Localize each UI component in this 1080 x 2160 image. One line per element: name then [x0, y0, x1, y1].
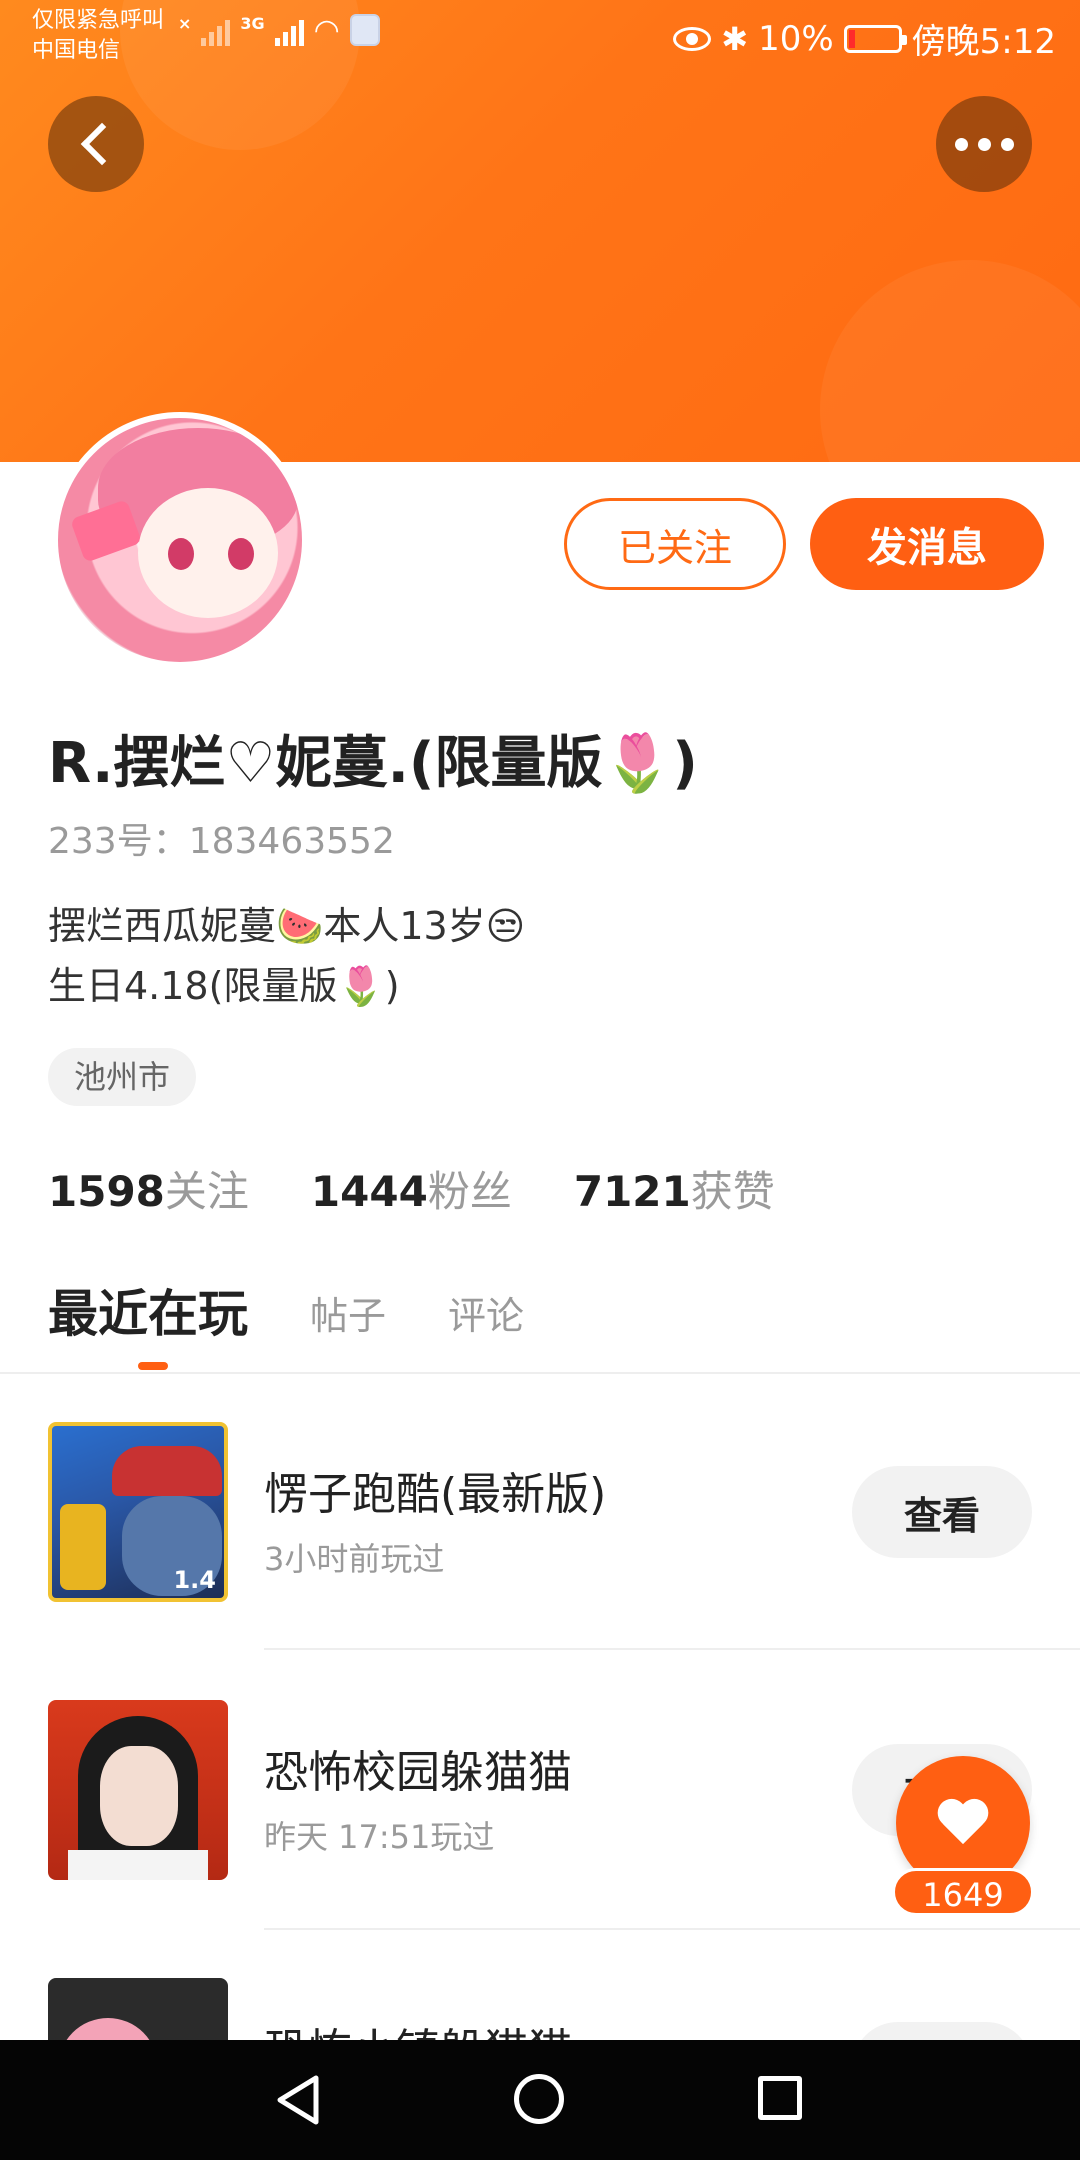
- carrier-info: 仅限紧急呼叫 中国电信: [32, 8, 165, 63]
- battery-percent: 10%: [758, 18, 834, 59]
- send-message-button[interactable]: 发消息: [810, 498, 1044, 590]
- shield-icon: [349, 14, 380, 46]
- bio-line: 生日4.18(限量版🌷): [48, 964, 400, 1008]
- list-item[interactable]: 1.4 愣子跑酷(最新版) 3小时前玩过 查看: [0, 1422, 1080, 1612]
- profile-name: R.摆烂♡妮蔓.(限量版🌷): [48, 731, 698, 796]
- bluetooth-icon: ✱: [721, 19, 749, 58]
- nav-home-icon[interactable]: [514, 2074, 564, 2124]
- last-played: 昨天 17:51玩过: [264, 1818, 495, 1856]
- system-nav-bar: [0, 2040, 1080, 2160]
- game-title: 愣子跑酷(最新版): [264, 1469, 607, 1520]
- stat-fans[interactable]: 1444粉丝: [311, 1158, 512, 1219]
- following-button[interactable]: 已关注: [564, 498, 786, 590]
- last-played: 3小时前玩过: [264, 1540, 445, 1578]
- status-right: ✱ 10% 傍晚5:12: [673, 14, 1056, 63]
- game-title: 恐怖校园躲猫猫: [264, 1747, 572, 1798]
- nav-recents-icon[interactable]: [758, 2076, 802, 2120]
- chevron-left-icon: [80, 122, 124, 166]
- heart-icon: [938, 1800, 988, 1846]
- version-badge: 1.4: [173, 1566, 216, 1594]
- avatar[interactable]: [52, 412, 308, 668]
- signal-icon: [201, 14, 231, 46]
- clock: 傍晚5:12: [911, 22, 1056, 62]
- bio-line: 摆烂西瓜妮蔓🍉本人13岁😒: [48, 904, 526, 948]
- signal-icon: [274, 14, 304, 46]
- tab-recent-play[interactable]: 最近在玩: [48, 1274, 248, 1346]
- game-icon: [48, 1700, 228, 1880]
- nav-back-icon[interactable]: [270, 2072, 326, 2128]
- profile-bio: 摆烂西瓜妮蔓🍉本人13岁😒 生日4.18(限量版🌷): [48, 896, 525, 1016]
- network-icons: × 3G ◠: [178, 14, 380, 46]
- tab-posts[interactable]: 帖子: [310, 1285, 386, 1346]
- divider: [264, 1928, 1080, 1930]
- view-button[interactable]: 查看: [852, 1466, 1032, 1558]
- network-type: 3G: [240, 14, 265, 33]
- like-count: 1649: [892, 1868, 1034, 1916]
- tab-comments[interactable]: 评论: [448, 1285, 524, 1346]
- profile-page: 仅限紧急呼叫 中国电信 × 3G ◠ ✱ 10% 傍晚5:12 已关注 发消息 …: [0, 0, 1080, 2160]
- stat-following[interactable]: 1598关注: [48, 1158, 249, 1219]
- back-button[interactable]: [48, 96, 144, 192]
- eye-icon: [673, 26, 712, 51]
- location-tag: 池州市: [48, 1048, 197, 1106]
- profile-stats: 1598关注 1444粉丝 7121获赞: [48, 1158, 775, 1219]
- profile-tabs: 最近在玩 帖子 评论: [48, 1274, 524, 1346]
- game-icon: 1.4: [48, 1422, 228, 1602]
- active-tab-indicator: [138, 1362, 168, 1370]
- divider: [264, 1648, 1080, 1650]
- stat-likes[interactable]: 7121获赞: [574, 1158, 775, 1219]
- more-button[interactable]: [936, 96, 1032, 192]
- status-bar: 仅限紧急呼叫 中国电信 × 3G ◠ ✱ 10% 傍晚5:12: [0, 0, 1080, 72]
- battery-icon: [843, 24, 907, 53]
- more-horizontal-icon: [954, 137, 1014, 151]
- user-id: 233号：183463552: [48, 821, 395, 862]
- wifi-icon: ◠: [313, 13, 340, 48]
- divider: [0, 1372, 1080, 1374]
